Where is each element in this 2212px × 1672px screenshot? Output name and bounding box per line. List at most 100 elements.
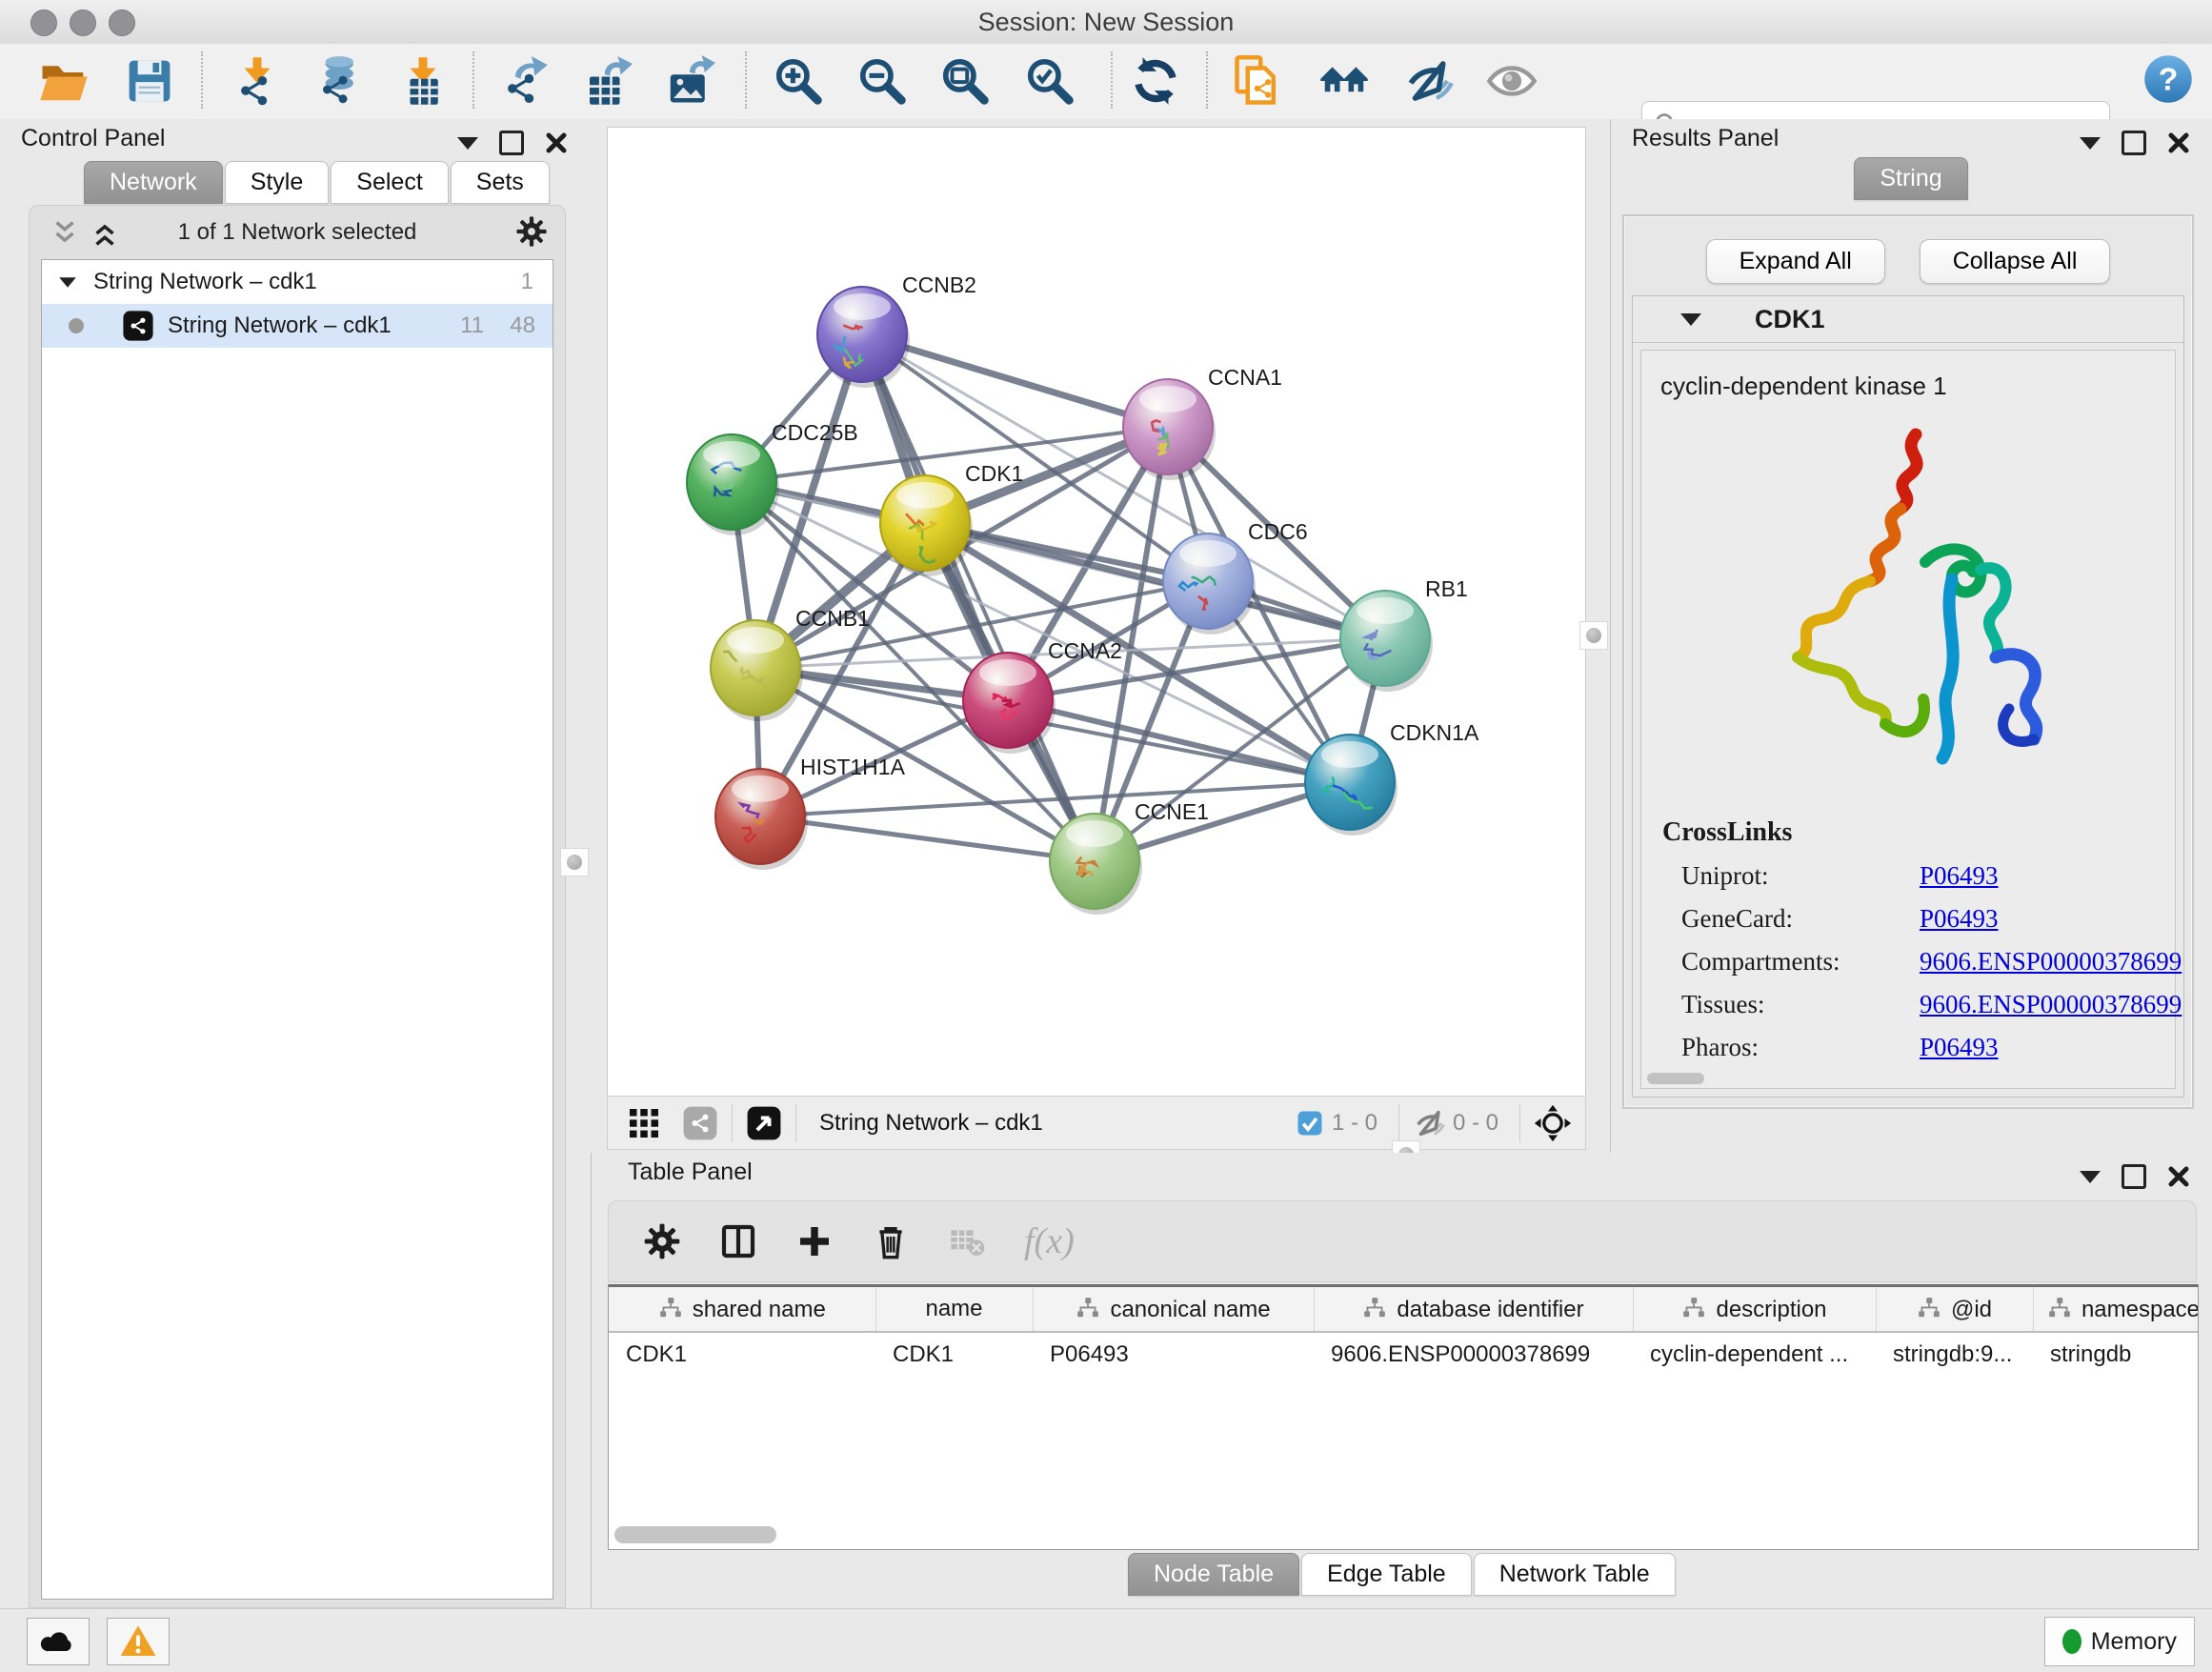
crosslink-link[interactable]: 9606.ENSP00000378699	[1920, 990, 2182, 1019]
birds-eye-view-icon[interactable]	[1534, 1104, 1572, 1142]
copy-network-icon[interactable]	[1233, 55, 1284, 107]
control-panel-float-icon[interactable]	[499, 131, 524, 155]
network-current-dot	[69, 318, 84, 333]
home-networks-icon[interactable]	[1318, 55, 1370, 107]
collapse-all-button[interactable]: Collapse All	[1920, 239, 2111, 284]
gene-symbol: CDK1	[1755, 305, 1825, 334]
table-cell[interactable]: CDK1	[609, 1332, 875, 1377]
network-edges	[732, 334, 1385, 861]
table-cell[interactable]: stringdb:9...	[1876, 1332, 2033, 1377]
warnings-button[interactable]	[107, 1618, 170, 1665]
column-header-canonical-name[interactable]: canonical name	[1033, 1287, 1314, 1332]
zoom-in-icon[interactable]	[773, 55, 824, 107]
node-label-CCNB1: CCNB1	[795, 606, 870, 631]
control-tab-sets[interactable]: Sets	[451, 161, 550, 204]
export-image-icon[interactable]	[664, 55, 715, 107]
network-edge[interactable]	[760, 816, 1095, 861]
column-header-namespace[interactable]: namespace	[2033, 1287, 2199, 1332]
right-splitter-handle[interactable]	[1579, 621, 1608, 650]
results-panel-float-icon[interactable]	[2122, 131, 2146, 155]
memory-button[interactable]: Memory	[2044, 1617, 2195, 1666]
table-tab-node-table[interactable]: Node Table	[1128, 1553, 1299, 1596]
table-panel-close-icon[interactable]	[2167, 1165, 2190, 1188]
save-session-icon[interactable]	[124, 55, 175, 107]
table-cell[interactable]: stringdb	[2033, 1332, 2199, 1377]
network-collection-row[interactable]: String Network – cdk1 1	[42, 260, 553, 304]
table-panel-float-icon[interactable]	[2122, 1164, 2146, 1189]
column-header-database-identifier[interactable]: database identifier	[1314, 1287, 1633, 1332]
crosslink-link[interactable]: P06493	[1920, 861, 1999, 891]
control-tab-select[interactable]: Select	[331, 161, 448, 204]
tab-string[interactable]: String	[1854, 157, 1967, 200]
column-header-label: description	[1716, 1297, 1826, 1322]
table-tab-edge-table[interactable]: Edge Table	[1301, 1553, 1472, 1596]
network-node-CCNB2[interactable]: CCNB2	[817, 272, 976, 388]
show-all-icon[interactable]	[1486, 55, 1538, 107]
crosslink-row: Pharos:P06493	[1662, 1033, 2182, 1062]
crosslink-row: Tissues:9606.ENSP00000378699	[1662, 990, 2182, 1019]
show-columns-icon[interactable]	[719, 1222, 757, 1260]
table-options-gear-icon[interactable]	[643, 1222, 681, 1260]
network-node-CDKN1A[interactable]: CDKN1A	[1305, 720, 1479, 836]
column-header-shared-name[interactable]: shared name	[609, 1287, 875, 1332]
cloud-button[interactable]	[27, 1618, 90, 1665]
hide-unselected-icon[interactable]	[1402, 55, 1454, 107]
gene-section-collapse-icon[interactable]	[1680, 313, 1701, 326]
zoom-out-icon[interactable]	[856, 55, 908, 107]
network-canvas[interactable]: CCNB2CCNA1CDC25BCDK1CDC6RB1CCNB1CCNA2CDK…	[607, 127, 1586, 1098]
zoom-selected-icon[interactable]	[1024, 55, 1076, 107]
column-header-description[interactable]: description	[1633, 1287, 1876, 1332]
control-panel-close-icon[interactable]	[545, 131, 568, 154]
table-row[interactable]: CDK1CDK1P064939606.ENSP00000378699cyclin…	[609, 1332, 2199, 1377]
grid-view-icon[interactable]	[627, 1106, 661, 1140]
import-network-from-file-icon[interactable]	[231, 55, 283, 107]
open-session-icon[interactable]	[38, 55, 90, 107]
table-panel-title: Table Panel	[628, 1158, 753, 1186]
detach-view-icon[interactable]	[746, 1105, 782, 1141]
refresh-icon[interactable]	[1130, 55, 1181, 107]
table-cell[interactable]: 9606.ENSP00000378699	[1314, 1332, 1633, 1377]
table-cell[interactable]: CDK1	[875, 1332, 1033, 1377]
export-network-icon[interactable]	[498, 55, 550, 107]
results-hscrollbar[interactable]	[1647, 1073, 1704, 1084]
column-header-name[interactable]: name	[875, 1287, 1033, 1332]
network-node-CCNA1[interactable]: CCNA1	[1123, 365, 1282, 480]
control-tab-network[interactable]: Network	[84, 161, 223, 204]
network-node-CDK1[interactable]: CDK1	[880, 461, 1023, 576]
results-panel-close-icon[interactable]	[2167, 131, 2190, 154]
node-table[interactable]: shared namenamecanonical name database id…	[608, 1284, 2199, 1550]
control-panel-collapse-icon[interactable]	[457, 137, 478, 150]
control-tab-style[interactable]: Style	[225, 161, 330, 204]
import-network-from-database-icon[interactable]	[312, 55, 363, 107]
table-tab-network-table[interactable]: Network Table	[1474, 1553, 1676, 1596]
left-splitter-handle[interactable]	[560, 848, 589, 876]
add-column-icon[interactable]	[795, 1222, 834, 1260]
control-panel-title: Control Panel	[21, 125, 165, 152]
collection-expand-icon[interactable]	[59, 277, 76, 287]
import-table-icon[interactable]	[397, 55, 449, 107]
share-view-icon[interactable]	[682, 1105, 718, 1141]
help-icon[interactable]: ?	[2142, 53, 2194, 105]
network-options-gear-icon[interactable]	[515, 215, 548, 248]
crosslink-link[interactable]: P06493	[1920, 904, 1999, 934]
zoom-fit-icon[interactable]	[939, 55, 991, 107]
table-cell[interactable]: P06493	[1033, 1332, 1314, 1377]
export-table-icon[interactable]	[581, 55, 633, 107]
delete-column-icon[interactable]	[872, 1222, 910, 1260]
hidden-eye-icon[interactable]	[1413, 1107, 1445, 1139]
network-node-CDC6[interactable]: CDC6	[1163, 519, 1308, 635]
table-cell[interactable]: cyclin-dependent ...	[1633, 1332, 1876, 1377]
table-hscrollbar[interactable]	[614, 1526, 776, 1543]
expand-all-button[interactable]: Expand All	[1706, 239, 1885, 284]
crosslink-link[interactable]: 9606.ENSP00000378699	[1920, 947, 2182, 977]
selected-checkbox-icon[interactable]	[1296, 1109, 1324, 1138]
column-header-label: database identifier	[1397, 1297, 1583, 1322]
table-panel-collapse-icon[interactable]	[2080, 1171, 2101, 1183]
network-node-CDC25B[interactable]: CDC25B	[687, 420, 858, 535]
column-header-@id[interactable]: @id	[1876, 1287, 2033, 1332]
crosslink-link[interactable]: P06493	[1920, 1033, 1999, 1062]
network-row[interactable]: String Network – cdk1 11 48	[42, 304, 553, 348]
network-edge[interactable]	[862, 334, 1095, 861]
results-panel-collapse-icon[interactable]	[2080, 137, 2101, 150]
network-node-RB1[interactable]: RB1	[1340, 576, 1468, 692]
